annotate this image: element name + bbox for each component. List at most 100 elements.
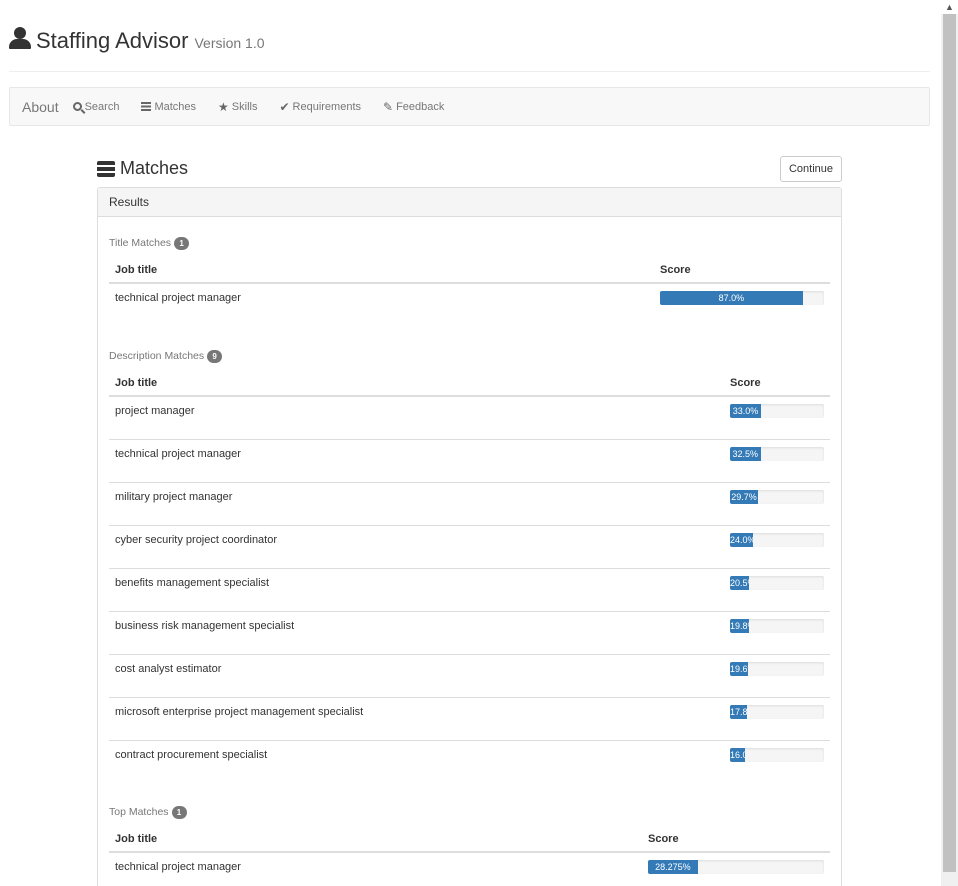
score-progress: 33.0% bbox=[730, 404, 824, 418]
job-title-cell: benefits management specialist bbox=[109, 567, 724, 611]
score-progress: 16.0% bbox=[730, 747, 824, 762]
score-progress: 24.0% bbox=[730, 532, 824, 547]
job-title-cell: technical project manager bbox=[115, 292, 241, 304]
table-row: project manager 33.0% bbox=[109, 396, 830, 439]
score-cell: 24.0% bbox=[724, 524, 830, 568]
tasks-icon bbox=[141, 102, 152, 111]
description-matches-label: Description Matches 9 bbox=[109, 349, 830, 363]
nav-feedback-label: Feedback bbox=[396, 100, 445, 113]
col-score: Score bbox=[724, 369, 830, 397]
nav-matches-link[interactable]: Matches bbox=[141, 101, 196, 113]
table-row: cyber security project coordinator 24.0% bbox=[109, 524, 830, 568]
job-title-cell: technical project manager bbox=[115, 861, 241, 873]
scrollbar-thumb[interactable] bbox=[943, 14, 956, 872]
navbar: About Search Matches ★ Skills ✔ Requirem… bbox=[9, 87, 930, 126]
job-title-cell: cyber security project coordinator bbox=[109, 524, 724, 568]
score-progress-bar: 87.0% bbox=[660, 291, 803, 305]
score-progress: 32.5% bbox=[730, 446, 824, 461]
table-row: military project manager 29.7% bbox=[109, 481, 830, 525]
section-title: Matches bbox=[97, 158, 188, 179]
col-job-title: Job title bbox=[109, 369, 724, 397]
results-panel: Results Title Matches 1 Job title Score … bbox=[97, 187, 842, 886]
table-row: contract procurement specialist 16.0% bbox=[109, 739, 830, 783]
job-title-cell: military project manager bbox=[109, 481, 724, 525]
search-icon bbox=[72, 102, 82, 111]
description-matches-count-badge: 9 bbox=[207, 349, 223, 363]
star-icon: ★ bbox=[218, 99, 229, 114]
description-matches-label-text: Description Matches bbox=[109, 350, 205, 362]
score-progress-bar: 16.0% bbox=[730, 747, 746, 762]
score-cell: 20.5% bbox=[724, 567, 830, 611]
score-cell: 16.0% bbox=[724, 739, 830, 783]
job-title-cell: technical project manager bbox=[109, 438, 724, 482]
header-divider bbox=[9, 71, 930, 72]
col-score: Score bbox=[642, 825, 830, 853]
top-matches-count-badge: 1 bbox=[171, 805, 187, 819]
app-version: Version 1.0 bbox=[194, 35, 265, 51]
nav-search-link[interactable]: Search bbox=[72, 100, 120, 113]
score-progress-bar: 17.8% bbox=[730, 704, 747, 719]
score-cell: 32.5% bbox=[724, 438, 830, 482]
score-progress: 87.0% bbox=[660, 291, 824, 305]
score-progress-bar: 33.0% bbox=[730, 404, 762, 418]
job-title-cell: microsoft enterprise project management … bbox=[109, 696, 724, 740]
score-progress-bar: 29.7% bbox=[730, 489, 758, 504]
nav-search-label: Search bbox=[84, 100, 120, 113]
title-matches-table: Job title Score technical project manage… bbox=[109, 256, 830, 313]
continue-button[interactable]: Continue bbox=[780, 156, 842, 182]
nav-skills-link[interactable]: ★ Skills bbox=[218, 100, 257, 114]
scroll-up-icon[interactable]: ▲ bbox=[941, 0, 958, 14]
nav-requirements-link[interactable]: ✔ Requirements bbox=[279, 100, 361, 114]
score-progress-bar: 28.275% bbox=[648, 860, 698, 874]
title-matches-group: Title Matches 1 Job title Score technica… bbox=[109, 236, 830, 313]
user-icon bbox=[9, 27, 31, 51]
description-matches-table: Job title Score project manager 33.0% tech… bbox=[109, 369, 830, 783]
col-score: Score bbox=[654, 256, 830, 284]
top-matches-label: Top Matches 1 bbox=[109, 805, 830, 819]
score-progress: 17.8% bbox=[730, 704, 824, 719]
top-matches-group: Top Matches 1 Job title Score technical … bbox=[109, 805, 830, 882]
nav-skills-label: Skills bbox=[231, 100, 258, 113]
table-row: technical project manager 87.0% bbox=[109, 283, 830, 313]
section-header: Matches Continue bbox=[97, 150, 842, 187]
panel-heading: Results bbox=[98, 188, 841, 217]
app-title: Staffing Advisor bbox=[36, 28, 189, 53]
score-progress: 19.8% bbox=[730, 618, 824, 633]
table-row: technical project manager 28.275% bbox=[109, 852, 830, 882]
score-progress: 19.6% bbox=[730, 661, 824, 676]
score-cell: 17.8% bbox=[724, 696, 830, 740]
score-cell: 87.0% bbox=[654, 283, 830, 313]
score-cell: 19.8% bbox=[724, 610, 830, 654]
col-job-title: Job title bbox=[109, 256, 654, 284]
description-matches-group: Description Matches 9 Job title Score pr… bbox=[109, 349, 830, 783]
title-matches-label-text: Title Matches bbox=[109, 237, 172, 249]
table-row: microsoft enterprise project management … bbox=[109, 696, 830, 740]
vertical-scrollbar[interactable]: ▲ bbox=[941, 0, 958, 886]
top-matches-label-text: Top Matches bbox=[109, 806, 169, 818]
nav-about-link[interactable]: About bbox=[22, 99, 59, 115]
table-row: benefits management specialist 20.5% bbox=[109, 567, 830, 611]
score-progress: 28.275% bbox=[648, 860, 824, 874]
table-row: technical project manager 32.5% bbox=[109, 438, 830, 482]
nav-feedback-link[interactable]: ✎ Feedback bbox=[383, 100, 444, 114]
score-progress-bar: 20.5% bbox=[730, 575, 750, 590]
score-progress: 20.5% bbox=[730, 575, 824, 590]
page-header: Staffing Advisor Version 1.0 bbox=[9, 24, 265, 54]
title-matches-count-badge: 1 bbox=[174, 236, 190, 250]
score-progress-bar: 32.5% bbox=[730, 446, 761, 461]
job-title-cell: cost analyst estimator bbox=[109, 653, 724, 697]
table-row: cost analyst estimator 19.6% bbox=[109, 653, 830, 697]
stack-icon bbox=[97, 160, 115, 177]
nav-matches-label: Matches bbox=[154, 100, 197, 113]
score-cell: 28.275% bbox=[642, 852, 830, 882]
pencil-icon: ✎ bbox=[383, 99, 394, 114]
matches-container: Matches Continue Results Title Matches 1… bbox=[97, 150, 842, 886]
job-title-cell: contract procurement specialist bbox=[109, 739, 724, 783]
top-matches-table: Job title Score technical project manage… bbox=[109, 825, 830, 882]
score-progress-bar: 19.6% bbox=[730, 661, 749, 676]
nav-requirements-label: Requirements bbox=[292, 100, 362, 113]
table-row: business risk management specialist 19.8% bbox=[109, 610, 830, 654]
job-title-cell: project manager bbox=[115, 405, 195, 417]
score-cell: 33.0% bbox=[724, 396, 830, 439]
col-job-title: Job title bbox=[109, 825, 642, 853]
